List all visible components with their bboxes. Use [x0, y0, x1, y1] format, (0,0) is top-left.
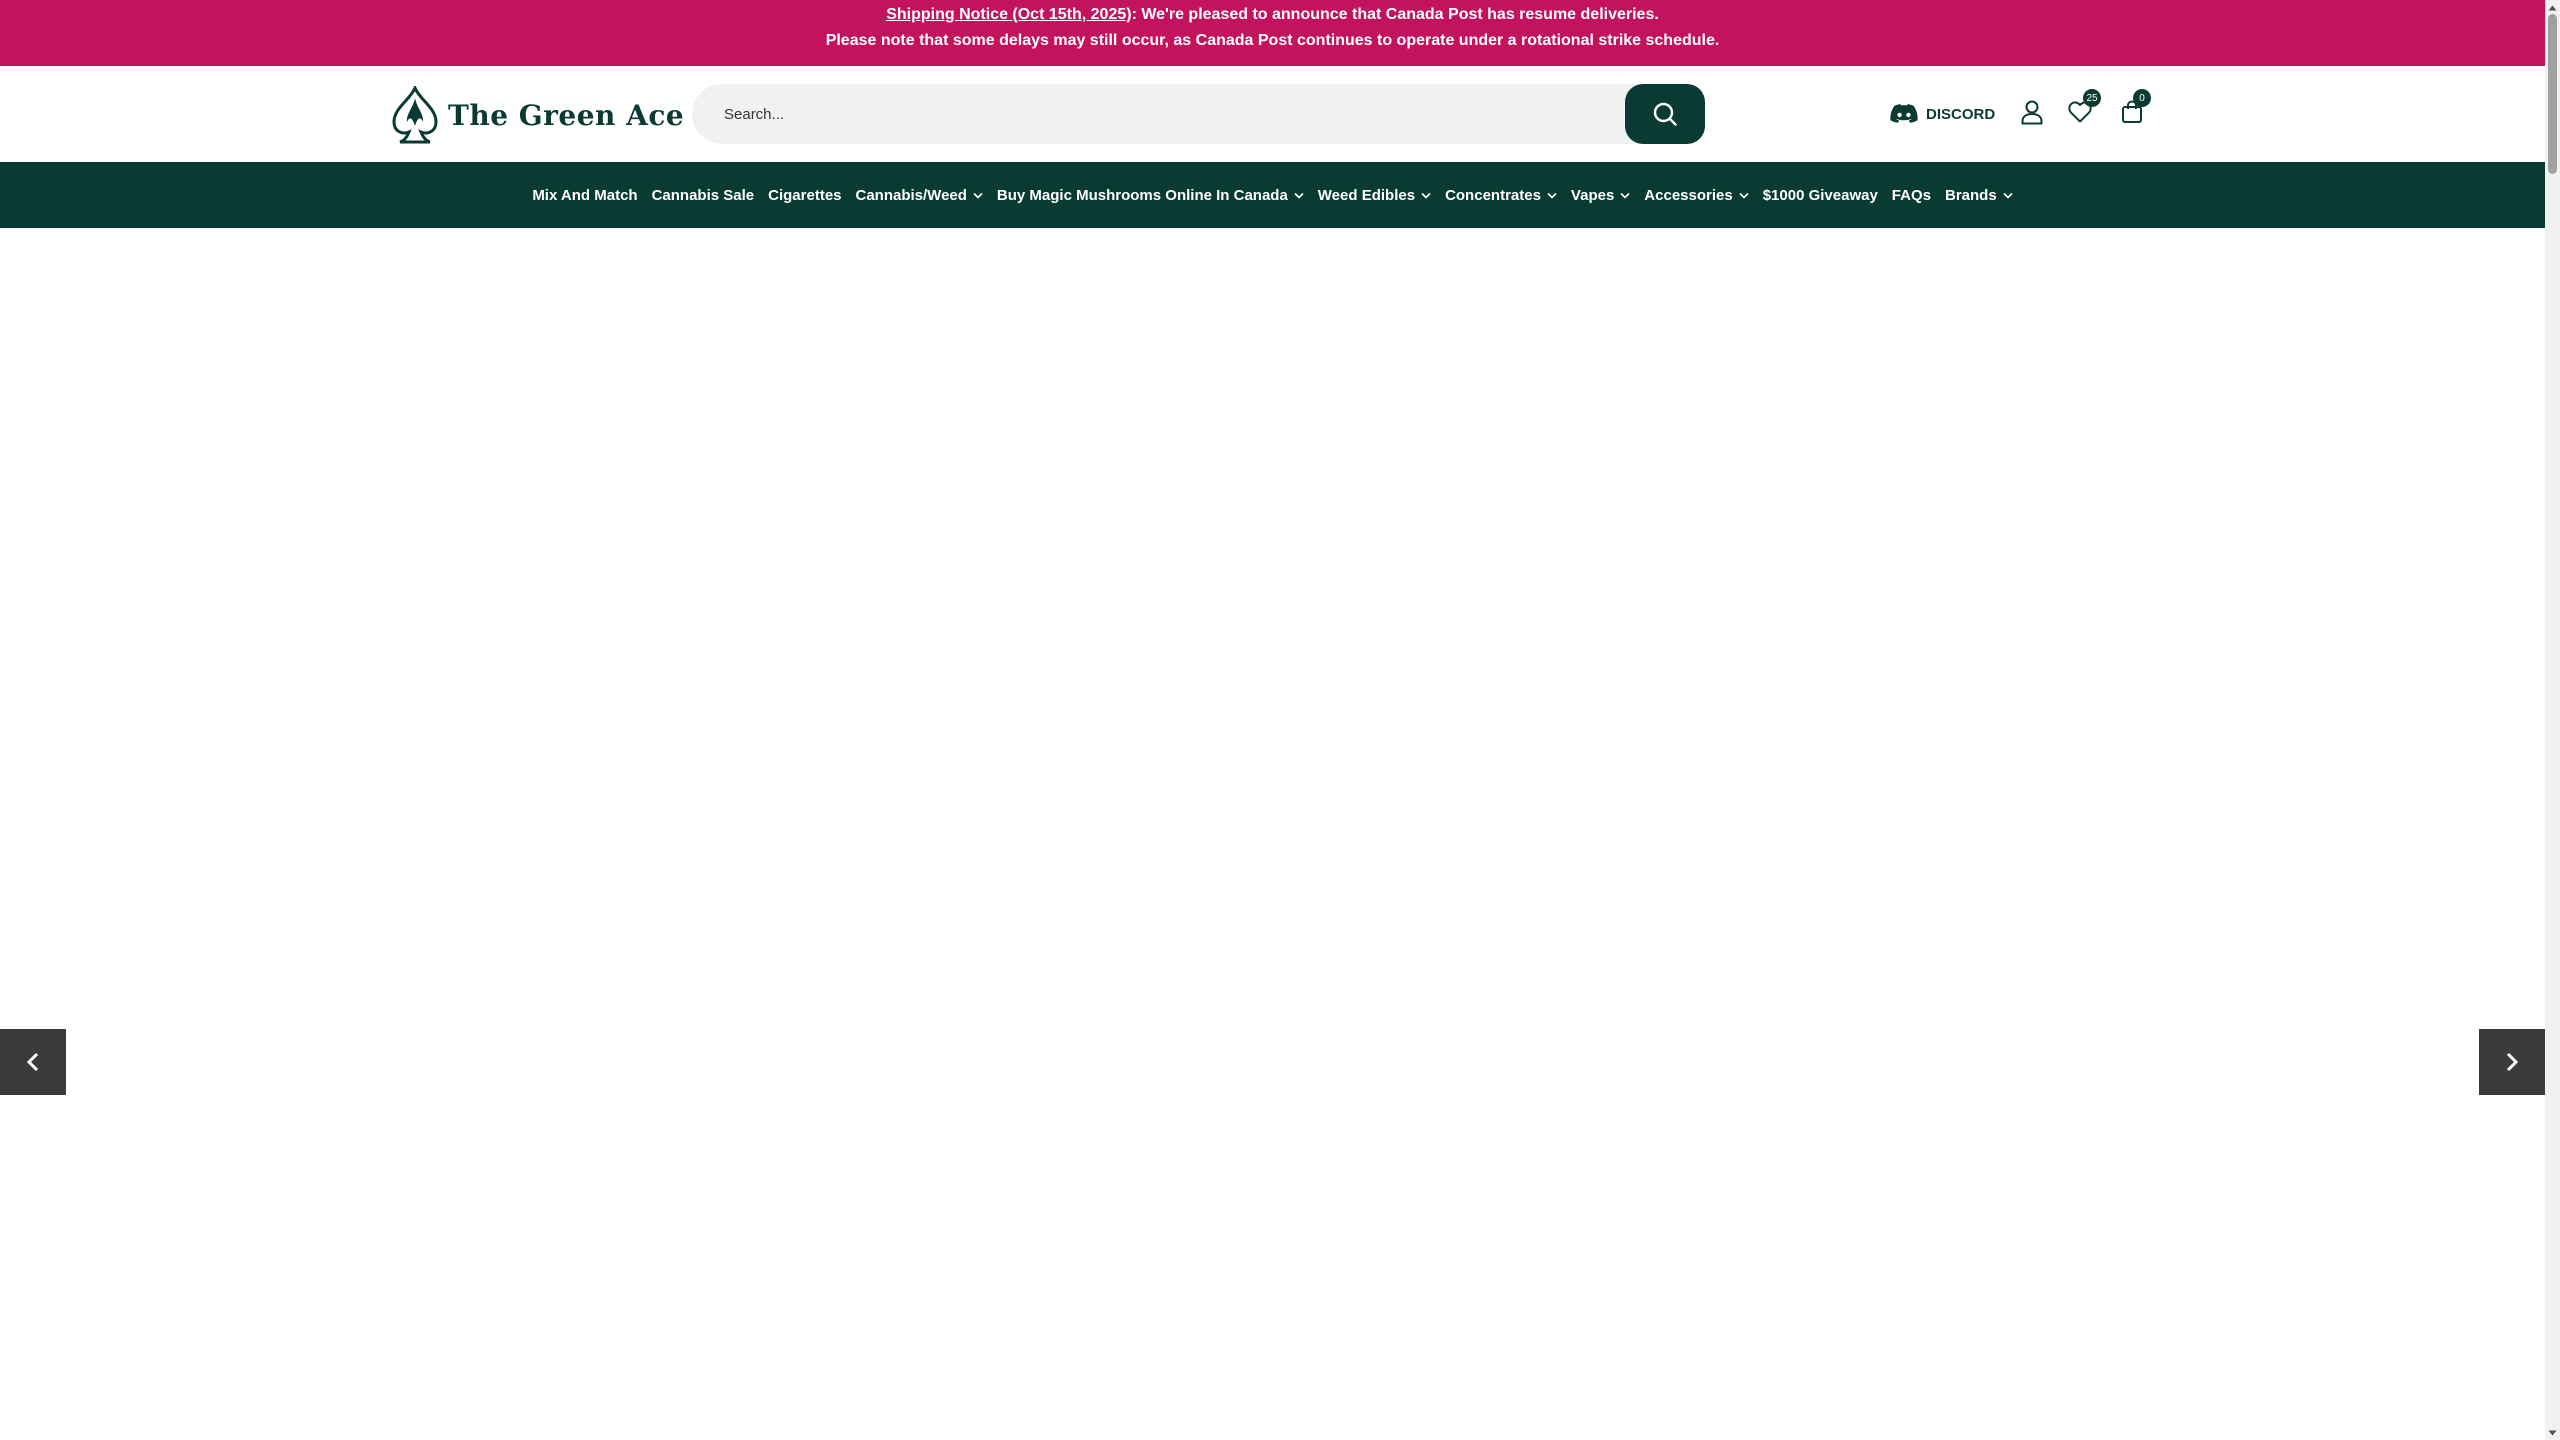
scroll-down-arrow[interactable]: [2545, 1425, 2560, 1440]
chevron-down-icon: [1421, 192, 1431, 199]
nav-item-cannabis-weed[interactable]: Cannabis/Weed: [856, 187, 983, 204]
scrollbar-thumb[interactable]: [2548, 14, 2557, 174]
slider-next-button[interactable]: [2479, 1029, 2545, 1095]
announcement-line-1-text: : We're pleased to announce that Canada …: [1131, 6, 1659, 23]
nav-item-giveaway[interactable]: $1000 Giveaway: [1763, 187, 1878, 204]
discord-label: DISCORD: [1926, 105, 1996, 123]
site-header: The Green Ace DISCORD: [0, 66, 2545, 162]
triangle-up-icon: [2548, 5, 2557, 10]
nav-item-label: Concentrates: [1445, 186, 1541, 204]
nav-item-label: Mix And Match: [532, 186, 638, 204]
hero-slider: [0, 228, 2545, 1440]
page: Shipping Notice (Oct 15th, 2025): We're …: [0, 0, 2560, 1440]
nav-item-label: FAQs: [1891, 186, 1931, 204]
nav-item-label: $1000 Giveaway: [1762, 186, 1878, 204]
nav-item-label: Cannabis Sale: [651, 186, 755, 204]
nav-item-accessories[interactable]: Accessories: [1644, 186, 1749, 204]
site-logo[interactable]: The Green Ace: [390, 86, 684, 144]
chevron-down-icon: [1739, 192, 1749, 199]
chevron-down-icon: [1294, 192, 1304, 199]
nav-item-cannabis-sale[interactable]: Cannabis Sale: [652, 187, 755, 204]
nav-item-label: Buy Magic Mushrooms Online In Canada: [996, 186, 1288, 204]
chevron-down-icon: [1620, 192, 1630, 199]
discord-link[interactable]: DISCORD: [1890, 102, 1995, 126]
slider-prev-button[interactable]: [0, 1029, 66, 1095]
search-input[interactable]: [724, 84, 1664, 144]
chevron-down-icon: [973, 192, 983, 199]
chevron-down-icon: [2003, 192, 2013, 199]
nav-item-concentrates[interactable]: Concentrates: [1445, 187, 1557, 204]
triangle-down-icon: [2548, 1430, 2557, 1435]
announcement-bar: Shipping Notice (Oct 15th, 2025): We're …: [0, 0, 2545, 66]
search-button[interactable]: [1625, 84, 1705, 144]
nav-item-faqs[interactable]: FAQs: [1892, 187, 1931, 204]
cart-count-badge: 0: [2133, 89, 2151, 107]
chevron-down-icon: [1547, 192, 1557, 199]
chevron-left-icon: [26, 1052, 39, 1072]
announcement-line-2: Please note that some delays may still o…: [825, 32, 1720, 49]
wishlist-count-badge: 25: [2083, 89, 2101, 107]
nav-item-label: Accessories: [1644, 186, 1733, 204]
user-icon: [2021, 100, 2043, 125]
chevron-right-icon: [2506, 1052, 2519, 1072]
nav-item-mix-and-match[interactable]: Mix And Match: [532, 187, 637, 204]
main-navigation: Mix And Match Cannabis Sale Cigarettes C…: [0, 162, 2545, 228]
nav-item-label: Cigarettes: [768, 186, 842, 204]
cart-button[interactable]: 0: [2118, 89, 2151, 126]
nav-item-label: Brands: [1944, 186, 1997, 204]
account-button[interactable]: [2018, 98, 2046, 126]
discord-icon: [1890, 104, 1918, 123]
nav-item-label: Vapes: [1570, 186, 1615, 204]
nav-item-label: Weed Edibles: [1317, 186, 1416, 204]
nav-item-label: Cannabis/Weed: [855, 186, 967, 204]
spade-leaf-logo-icon: [392, 86, 438, 144]
announcement-line-1: Shipping Notice (Oct 15th, 2025): We're …: [0, 5, 2545, 25]
scroll-up-arrow[interactable]: [2545, 0, 2560, 15]
search-bar: [692, 84, 1705, 144]
search-icon: [1653, 102, 1677, 126]
nav-item-brands[interactable]: Brands: [1945, 187, 2013, 204]
logo-text: The Green Ace: [448, 98, 685, 132]
nav-item-weed-edibles[interactable]: Weed Edibles: [1318, 187, 1431, 204]
nav-item-magic-mushrooms[interactable]: Buy Magic Mushrooms Online In Canada: [997, 187, 1304, 204]
page-scrollbar[interactable]: [2545, 0, 2560, 1440]
nav-item-vapes[interactable]: Vapes: [1571, 187, 1630, 204]
nav-item-cigarettes[interactable]: Cigarettes: [768, 187, 841, 204]
wishlist-button[interactable]: 25: [2066, 89, 2101, 126]
shipping-notice-link[interactable]: Shipping Notice (Oct 15th, 2025): [886, 6, 1131, 23]
